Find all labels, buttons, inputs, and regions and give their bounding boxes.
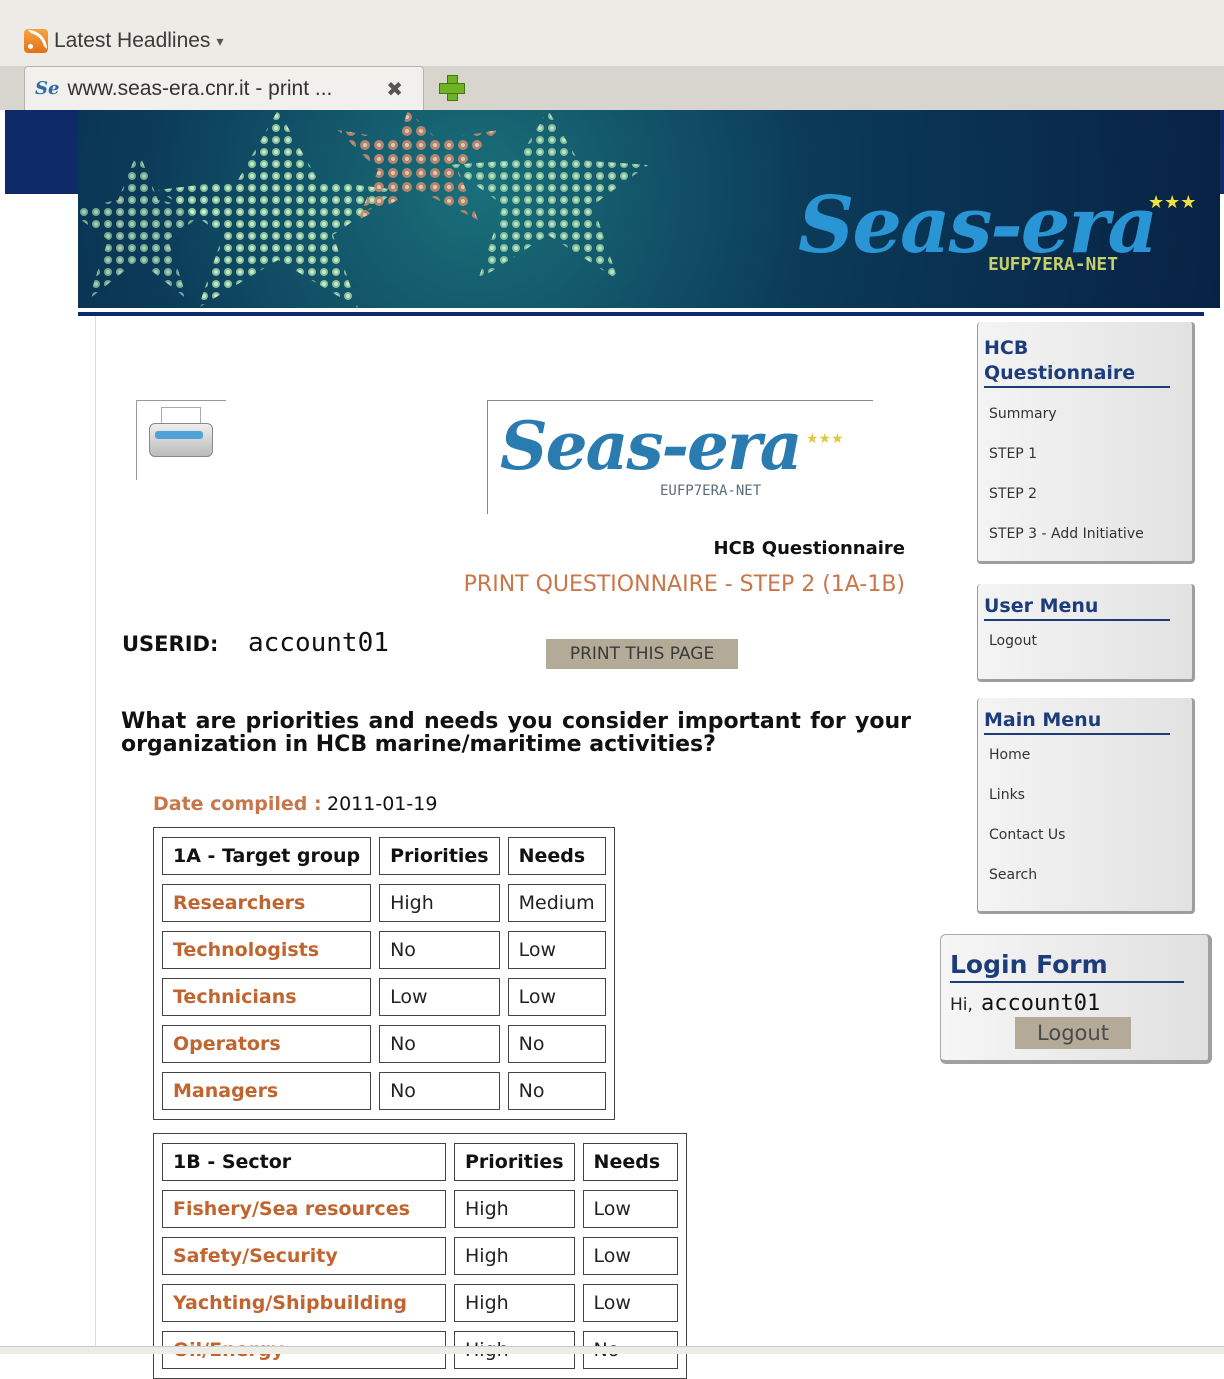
table-row: Researchers High Medium [162, 884, 606, 922]
rss-icon [24, 29, 48, 53]
priority-cell: High [454, 1190, 575, 1228]
printer-panel [155, 431, 203, 439]
sidebar-item-step3[interactable]: STEP 3 - Add Initiative [989, 514, 1192, 554]
row-label: Researchers [162, 884, 372, 922]
sidebar-item-home[interactable]: Home [989, 735, 1192, 775]
bookmarks-toolbar: Latest Headlines ▾ [0, 0, 1224, 66]
needs-cell: Low [582, 1190, 678, 1228]
row-label: Fishery/Sea resources [162, 1190, 446, 1228]
row-label: Operators [162, 1025, 372, 1063]
table-row: Managers No No [162, 1072, 606, 1110]
sidebar-item-summary[interactable]: Summary [989, 394, 1192, 434]
table-row: Technologists No Low [162, 931, 606, 969]
priority-cell: No [379, 1072, 500, 1110]
sidebar-item-contact[interactable]: Contact Us [989, 815, 1192, 855]
printer-body [149, 423, 213, 457]
column-header: Priorities [379, 837, 500, 875]
needs-cell: No [507, 1025, 606, 1063]
login-form-title: Login Form [950, 949, 1184, 983]
column-header: 1B - Sector [162, 1143, 446, 1181]
page-title: PRINT QUESTIONNAIRE - STEP 2 (1A-1B) [463, 572, 905, 597]
row-label: Technologists [162, 931, 372, 969]
new-tab-plus-icon[interactable] [438, 74, 465, 101]
table-sector: 1B - Sector Priorities Needs Fishery/Sea… [153, 1133, 687, 1379]
login-form: Login Form Hi, account01 Logout [940, 934, 1212, 1064]
sidebar-item-logout[interactable]: Logout [989, 621, 1192, 661]
column-header: 1A - Target group [162, 837, 372, 875]
tab-title: www.seas-era.cnr.it - print ... [67, 76, 333, 100]
needs-cell: Low [582, 1237, 678, 1275]
sidebar-main-menu: Main Menu Home Links Contact Us Search [977, 698, 1195, 914]
table-header-row: 1B - Sector Priorities Needs [162, 1143, 678, 1181]
column-header: Needs [582, 1143, 678, 1181]
row-label: Safety/Security [162, 1237, 446, 1275]
logo-subtitle: EUFP7ERA-NET [660, 483, 762, 499]
priority-cell: High [454, 1284, 575, 1322]
chevron-down-icon: ▾ [216, 32, 224, 49]
date-compiled-label: Date compiled : [153, 793, 322, 815]
sidebar-title-line: Questionnaire [984, 362, 1136, 384]
sidebar-title: User Menu [984, 594, 1170, 621]
eu-stars-icon: ★★★ [1148, 192, 1197, 213]
priority-cell: High [379, 884, 500, 922]
section-title: HCB Questionnaire [713, 538, 905, 559]
column-header: Priorities [454, 1143, 575, 1181]
sidebar-title: Main Menu [984, 708, 1170, 735]
date-compiled-value: 2011-01-19 [327, 793, 438, 815]
sidebar-user-menu: User Menu Logout [977, 584, 1195, 682]
userid-value: account01 [248, 628, 389, 658]
table-row: Safety/Security High Low [162, 1237, 678, 1275]
row-label: Managers [162, 1072, 372, 1110]
question-text: What are priorities and needs you consid… [121, 709, 911, 757]
needs-cell: Medium [507, 884, 606, 922]
bookmark-label: Latest Headlines [54, 29, 211, 52]
priority-cell: High [454, 1237, 575, 1275]
seas-era-logo: Seas-era EUFP7ERA-NET ★★★ [487, 400, 873, 514]
table-row: Yachting/Shipbuilding High Low [162, 1284, 678, 1322]
sidebar-title: HCB Questionnaire [984, 336, 1170, 388]
row-label: Yachting/Shipbuilding [162, 1284, 446, 1322]
priority-cell: No [379, 931, 500, 969]
needs-cell: Low [582, 1284, 678, 1322]
logout-button[interactable]: Logout [1015, 1017, 1131, 1049]
table-header-row: 1A - Target group Priorities Needs [162, 837, 606, 875]
row-label: Technicians [162, 978, 372, 1016]
status-bar [0, 1346, 1224, 1354]
table-row: Operators No No [162, 1025, 606, 1063]
banner-subtitle: EUFP7ERA-NET [988, 254, 1119, 275]
table-target-group: 1A - Target group Priorities Needs Resea… [153, 827, 615, 1120]
printer-icon[interactable] [136, 400, 226, 480]
needs-cell: Low [507, 931, 606, 969]
sidebar-title-line: HCB [984, 337, 1029, 359]
close-icon[interactable]: ✖ [386, 77, 403, 102]
eu-stars-icon: ★★★ [806, 431, 844, 447]
logo-text: Seas-era [500, 407, 802, 485]
browser-tab[interactable]: Se www.seas-era.cnr.it - print ... ✖ [24, 66, 424, 110]
favicon-icon: Se [35, 78, 60, 99]
needs-cell: No [507, 1072, 606, 1110]
priority-cell: No [379, 1025, 500, 1063]
tab-strip: Se www.seas-era.cnr.it - print ... ✖ [0, 66, 1224, 110]
print-page-button[interactable]: PRINT THIS PAGE [546, 639, 738, 669]
starfish-art [78, 110, 648, 308]
sidebar-item-search[interactable]: Search [989, 855, 1192, 895]
table-row: Fishery/Sea resources High Low [162, 1190, 678, 1228]
userid-label: USERID: [122, 632, 219, 656]
priority-cell: Low [379, 978, 500, 1016]
needs-cell: Low [507, 978, 606, 1016]
site-banner: Seas-era EUFP7ERA-NET ★★★ [78, 110, 1220, 308]
login-greeting: Hi, [950, 995, 973, 1015]
table-row: Technicians Low Low [162, 978, 606, 1016]
sidebar-item-links[interactable]: Links [989, 775, 1192, 815]
column-header: Needs [507, 837, 606, 875]
sidebar-item-step1[interactable]: STEP 1 [989, 434, 1192, 474]
sidebar-item-step2[interactable]: STEP 2 [989, 474, 1192, 514]
login-username: account01 [981, 991, 1101, 1016]
bookmark-latest-headlines[interactable]: Latest Headlines ▾ [24, 28, 223, 54]
sidebar-hcb-questionnaire: HCB Questionnaire Summary STEP 1 STEP 2 … [977, 322, 1195, 564]
